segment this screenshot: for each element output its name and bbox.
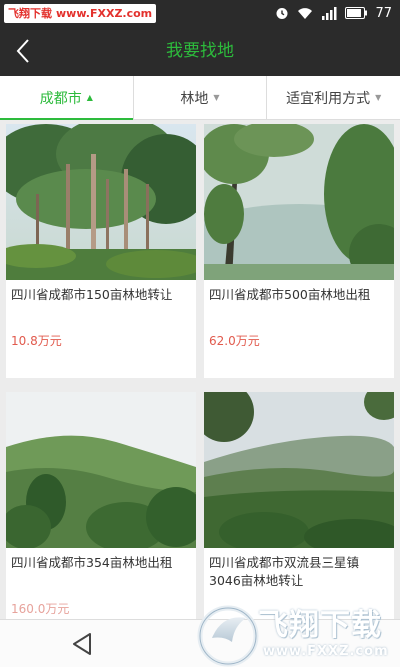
- listing-card[interactable]: 四川省成都市150亩林地转让 10.8万元: [6, 124, 196, 378]
- page-title: 我要找地: [166, 41, 234, 61]
- watermark-url: www.FXXZ.com: [56, 7, 153, 20]
- listing-photo: [204, 392, 394, 548]
- listing-title: 四川省成都市500亩林地出租: [209, 287, 371, 302]
- watermark-site: 飞翔下载: [8, 7, 52, 20]
- caret-down-icon: ▼: [375, 93, 382, 102]
- listing-price: 62.0万元: [209, 334, 260, 348]
- watermark-text: 飞翔下载: [258, 608, 382, 643]
- alarm-icon: [276, 8, 288, 19]
- signal-icon: [322, 6, 337, 20]
- listing-card[interactable]: 四川省成都市500亩林地出租 62.0万元: [204, 124, 394, 378]
- battery-level: 77: [375, 5, 392, 21]
- filter-city[interactable]: 成都市 ▲: [0, 76, 134, 120]
- listing-price: 160.0万元: [11, 602, 70, 616]
- filter-usage-label: 适宜利用方式: [286, 90, 371, 107]
- filter-usage[interactable]: 适宜利用方式 ▼: [267, 76, 400, 119]
- listing-price: 10.8万元: [11, 334, 62, 348]
- listing-title: 四川省成都市双流县三星镇3046亩林地转让: [209, 555, 360, 588]
- app-header: 我要找地: [0, 26, 400, 76]
- listing-title: 四川省成都市150亩林地转让: [11, 287, 173, 302]
- listing-photo: [6, 392, 196, 548]
- listing-grid: 四川省成都市150亩林地转让 10.8万元 四川省成都市500亩林地出租 62.…: [0, 120, 400, 619]
- status-icons: 77: [275, 0, 392, 26]
- filter-land-type[interactable]: 林地 ▼: [134, 76, 268, 119]
- watermark-badge: 飞翔下载 www.FXXZ.com: [4, 4, 157, 23]
- listing-photo: [6, 124, 196, 280]
- filter-land-type-label: 林地: [180, 90, 209, 107]
- caret-down-icon: ▼: [213, 93, 220, 102]
- filter-city-label: 成都市: [39, 90, 82, 107]
- status-bar: 飞翔下载 www.FXXZ.com 77: [0, 0, 400, 26]
- caret-up-icon: ▲: [86, 93, 93, 102]
- listing-card[interactable]: 四川省成都市双流县三星镇3046亩林地转让: [204, 392, 394, 619]
- listing-card[interactable]: 四川省成都市354亩林地出租 160.0万元: [6, 392, 196, 619]
- listing-title: 四川省成都市354亩林地出租: [11, 555, 173, 570]
- listing-photo: [204, 124, 394, 280]
- watermark-url-bottom: www.FXXZ.com: [263, 644, 389, 659]
- wifi-icon: [298, 7, 313, 19]
- triangle-back-icon[interactable]: [68, 630, 98, 658]
- battery-icon: [345, 7, 368, 19]
- filter-bar: 成都市 ▲ 林地 ▼ 适宜利用方式 ▼: [0, 76, 400, 120]
